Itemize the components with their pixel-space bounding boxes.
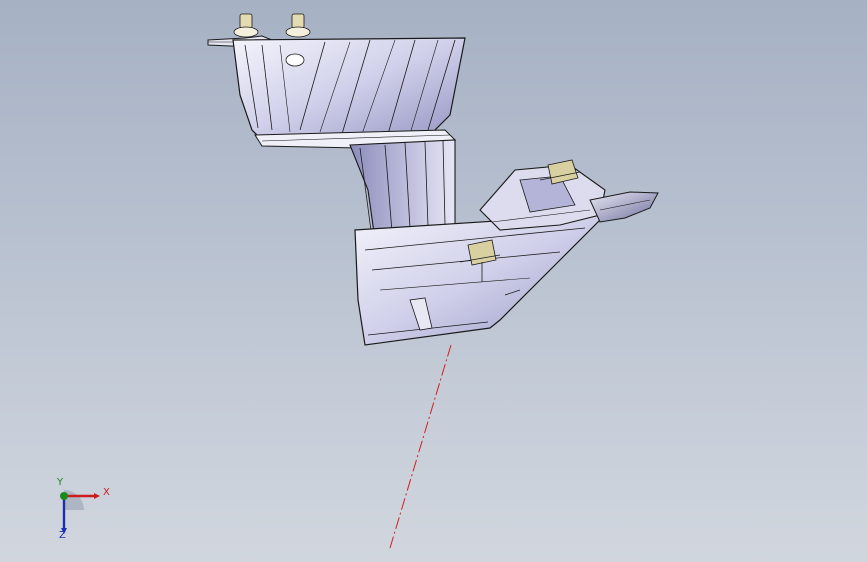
part-model-view[interactable] <box>0 0 867 562</box>
center-axis-line <box>389 344 452 549</box>
graphics-viewport[interactable]: X Y Z <box>0 0 867 562</box>
y-axis-label: Y <box>57 477 64 488</box>
triad-plane <box>64 490 84 510</box>
coordinate-triad: X Y Z <box>40 478 120 548</box>
x-axis-label: X <box>103 487 110 498</box>
lower-tray <box>354 208 612 346</box>
top-stud-left <box>233 13 259 38</box>
upper-ribbed-panel <box>232 37 466 141</box>
y-axis-dot <box>60 492 68 500</box>
z-axis-label: Z <box>59 530 66 541</box>
top-stud-right <box>285 13 311 38</box>
